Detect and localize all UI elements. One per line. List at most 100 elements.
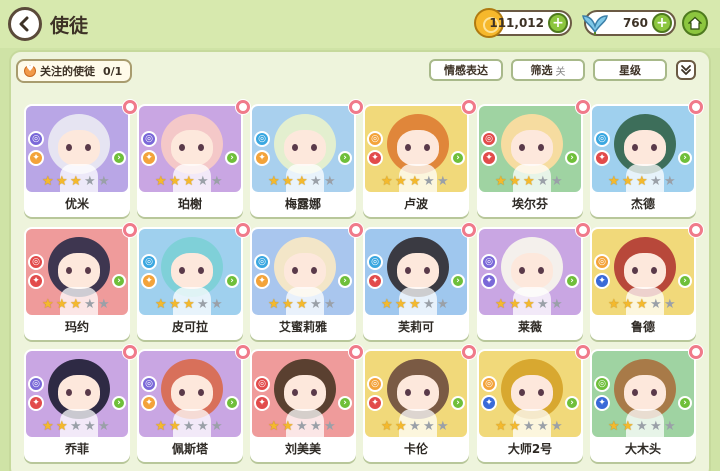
star-rating: ★ ★ ★ ★ ★ — [155, 298, 224, 311]
favorite-flower-icon[interactable] — [236, 100, 250, 114]
star-rating: ★ ★ ★ ★ ★ — [42, 175, 111, 188]
star-icon: ★ — [381, 174, 393, 189]
chibi-eye — [519, 144, 525, 151]
chibi-eye — [66, 267, 72, 274]
favorite-flower-icon[interactable] — [689, 223, 703, 237]
favorite-flower-icon[interactable] — [236, 345, 250, 359]
emotion-label: 情感表达 — [444, 64, 488, 77]
star-icon: ★ — [70, 297, 82, 312]
emotion-button[interactable]: 情感表达 — [429, 59, 503, 81]
apostle-card[interactable]: ◎ ✦ › ★ ★ ★ ★ ★ 鲁德 — [590, 227, 696, 340]
apostle-card[interactable]: ◎ ✦ › ★ ★ ★ ★ ★ 芙莉可 — [363, 227, 469, 340]
chibi-eye — [292, 267, 298, 274]
apostle-card[interactable]: ◎ ✦ › ★ ★ ★ ★ ★ 莱薇 — [477, 227, 583, 340]
chibi-face — [397, 375, 439, 411]
apostle-name: 佩斯塔 — [171, 442, 208, 456]
favorite-flower-icon[interactable] — [689, 345, 703, 359]
apostle-name: 艾蜜莉雅 — [278, 320, 327, 334]
apostle-card[interactable]: ◎ ✦ › ★ ★ ★ ★ ★ 杰德 — [590, 104, 696, 217]
chibi-eye — [311, 267, 317, 274]
favorite-flower-icon[interactable] — [689, 100, 703, 114]
chevron-right-icon: › — [451, 396, 465, 410]
star-icon: ★ — [84, 419, 96, 434]
apostle-card[interactable]: ◎ ✦ › ★ ★ ★ ★ ★ 卡伦 — [363, 349, 469, 462]
star-icon: ★ — [509, 419, 521, 434]
star-icon: ★ — [608, 297, 620, 312]
favorite-flower-icon[interactable] — [349, 345, 363, 359]
apostle-name: 莱薇 — [517, 320, 542, 334]
star-icon: ★ — [282, 297, 294, 312]
role-icon: ✦ — [367, 150, 383, 166]
apostle-card[interactable]: ◎ ✦ › ★ ★ ★ ★ ★ 埃尔芬 — [477, 104, 583, 217]
apostle-card[interactable]: ◎ ✦ › ★ ★ ★ ★ ★ 艾蜜莉雅 — [250, 227, 356, 340]
star-icon: ★ — [395, 419, 407, 434]
star-icon: ★ — [197, 419, 209, 434]
star-icon: ★ — [437, 419, 449, 434]
apostle-card[interactable]: ◎ ✦ › ★ ★ ★ ★ ★ 大师2号 — [477, 349, 583, 462]
chibi-eye — [179, 144, 185, 151]
chibi-eye — [66, 389, 72, 396]
apostle-card[interactable]: ◎ ✦ › ★ ★ ★ ★ ★ 珀榭 — [137, 104, 243, 217]
star-sort-button[interactable]: 星级 — [593, 59, 667, 81]
favorite-flower-icon[interactable] — [349, 223, 363, 237]
apostle-card[interactable]: ◎ ✦ › ★ ★ ★ ★ ★ 梅露娜 — [250, 104, 356, 217]
apostle-card[interactable]: ◎ ✦ › ★ ★ ★ ★ ★ 玛约 — [24, 227, 130, 340]
favorite-flower-icon[interactable] — [462, 100, 476, 114]
chevron-right-icon: › — [678, 396, 692, 410]
favorite-flower-icon[interactable] — [576, 100, 590, 114]
chevron-right-icon: › — [565, 151, 579, 165]
star-rating: ★ ★ ★ ★ ★ — [495, 175, 564, 188]
star-icon: ★ — [268, 297, 280, 312]
apostle-card[interactable]: ◎ ✦ › ★ ★ ★ ★ ★ 优米 — [24, 104, 130, 217]
add-coins-button[interactable]: + — [548, 13, 568, 33]
star-icon: ★ — [169, 174, 181, 189]
star-icon: ★ — [310, 419, 322, 434]
back-button[interactable] — [8, 7, 42, 41]
star-icon: ★ — [409, 419, 421, 434]
star-icon: ★ — [70, 174, 82, 189]
star-rating: ★ ★ ★ ★ ★ — [42, 420, 111, 433]
apostle-card[interactable]: ◎ ✦ › ★ ★ ★ ★ ★ 乔菲 — [24, 349, 130, 462]
chevron-right-icon: › — [565, 396, 579, 410]
star-icon: ★ — [98, 174, 110, 189]
apostle-card[interactable]: ◎ ✦ › ★ ★ ★ ★ ★ 大木头 — [590, 349, 696, 462]
add-gems-button[interactable]: + — [652, 13, 672, 33]
apostle-card[interactable]: ◎ ✦ › ★ ★ ★ ★ ★ 皮可拉 — [137, 227, 243, 340]
star-icon: ★ — [423, 297, 435, 312]
role-icon: ✦ — [367, 395, 383, 411]
favorite-flower-icon[interactable] — [576, 345, 590, 359]
favorite-flower-icon[interactable] — [462, 345, 476, 359]
star-icon: ★ — [98, 297, 110, 312]
favorite-flower-icon[interactable] — [123, 345, 137, 359]
star-rating: ★ ★ ★ ★ ★ — [608, 298, 677, 311]
star-icon: ★ — [523, 419, 535, 434]
favorite-flower-icon[interactable] — [123, 100, 137, 114]
followed-apostles-button[interactable]: 关注的使徒 0/1 — [16, 59, 132, 83]
chevron-right-icon: › — [112, 396, 126, 410]
star-icon: ★ — [183, 174, 195, 189]
role-icon: ✦ — [141, 150, 157, 166]
star-icon: ★ — [169, 419, 181, 434]
favorite-flower-icon[interactable] — [123, 223, 137, 237]
star-rating: ★ ★ ★ ★ ★ — [381, 298, 450, 311]
favorite-flower-icon[interactable] — [576, 223, 590, 237]
sort-order-button[interactable] — [676, 60, 696, 80]
apostle-card[interactable]: ◎ ✦ › ★ ★ ★ ★ ★ 卢波 — [363, 104, 469, 217]
home-button[interactable] — [682, 10, 708, 36]
apostle-card[interactable]: ◎ ✦ › ★ ★ ★ ★ ★ 佩斯塔 — [137, 349, 243, 462]
favorite-flower-icon[interactable] — [349, 100, 363, 114]
star-rating: ★ ★ ★ ★ ★ — [268, 175, 337, 188]
favorite-flower-icon[interactable] — [462, 223, 476, 237]
star-icon: ★ — [381, 419, 393, 434]
star-icon: ★ — [423, 419, 435, 434]
filter-button[interactable]: 筛选 关 — [511, 59, 585, 81]
chevron-right-icon: › — [225, 396, 239, 410]
chibi-eye — [292, 144, 298, 151]
apostle-name: 卢波 — [403, 197, 428, 211]
double-chevron-down-icon — [681, 65, 691, 75]
apostle-card[interactable]: ◎ ✦ › ★ ★ ★ ★ ★ 刘美美 — [250, 349, 356, 462]
role-icon: ✦ — [28, 150, 44, 166]
star-icon: ★ — [56, 419, 68, 434]
star-icon: ★ — [495, 419, 507, 434]
favorite-flower-icon[interactable] — [236, 223, 250, 237]
